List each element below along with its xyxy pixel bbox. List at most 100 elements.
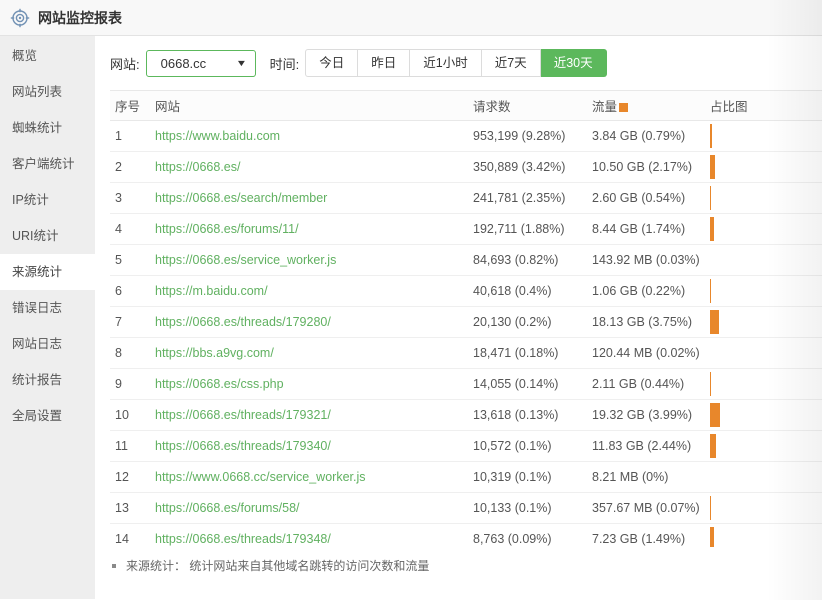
traffic-cell: 143.92 MB (0.03%) (592, 245, 710, 276)
row-index-cell: 11 (110, 431, 155, 462)
table-row: 14https://0668.es/threads/179348/8,763 (… (110, 524, 822, 548)
table-row: 3https://0668.es/search/member241,781 (2… (110, 183, 822, 214)
traffic-cell: 1.06 GB (0.22%) (592, 276, 710, 307)
row-index-cell: 14 (110, 524, 155, 548)
ratio-chart-cell (710, 121, 822, 152)
requests-cell: 10,572 (0.1%) (473, 431, 592, 462)
row-index-cell: 5 (110, 245, 155, 276)
sidebar-item-error-log[interactable]: 错误日志 (0, 290, 95, 326)
site-url-cell: https://0668.es/threads/179340/ (155, 431, 473, 462)
ratio-bar (710, 434, 716, 458)
ratio-chart-cell (710, 493, 822, 524)
time-filter-group: 今日昨日近1小时近7天近30天 (305, 49, 606, 77)
ratio-chart-cell (710, 276, 822, 307)
site-url-link[interactable]: https://0668.es/forums/58/ (155, 501, 300, 515)
site-url-link[interactable]: https://0668.es/service_worker.js (155, 253, 336, 267)
requests-cell: 350,889 (3.42%) (473, 152, 592, 183)
site-label: 网站: (110, 54, 140, 73)
site-url-cell: https://0668.es/threads/179348/ (155, 524, 473, 548)
table-row: 10https://0668.es/threads/179321/13,618 … (110, 400, 822, 431)
sidebar-item-site-log[interactable]: 网站日志 (0, 326, 95, 362)
site-select[interactable]: 0668.cc ▼ (146, 50, 256, 77)
requests-cell: 953,199 (9.28%) (473, 121, 592, 152)
ratio-bar (710, 217, 714, 241)
ratio-bar (710, 279, 711, 303)
traffic-cell: 11.83 GB (2.44%) (592, 431, 710, 462)
ratio-chart-cell (710, 462, 822, 493)
sidebar-item-stats-report[interactable]: 统计报告 (0, 362, 95, 398)
sidebar-item-source-stats[interactable]: 来源统计 (0, 254, 95, 290)
requests-cell: 10,133 (0.1%) (473, 493, 592, 524)
sidebar-item-spider-stats[interactable]: 蜘蛛统计 (0, 110, 95, 146)
site-url-cell: https://m.baidu.com/ (155, 276, 473, 307)
traffic-cell: 2.60 GB (0.54%) (592, 183, 710, 214)
time-button-today[interactable]: 今日 (305, 49, 358, 77)
column-header-label: 请求数 (473, 100, 511, 114)
traffic-cell: 18.13 GB (3.75%) (592, 307, 710, 338)
ratio-bar (710, 155, 715, 179)
time-button-last-7d[interactable]: 近7天 (482, 49, 541, 77)
traffic-marker-icon (619, 103, 628, 112)
ratio-bar (710, 496, 711, 520)
site-url-link[interactable]: https://0668.es/threads/179340/ (155, 439, 331, 453)
ratio-chart-cell (710, 524, 822, 548)
table-row: 2https://0668.es/350,889 (3.42%)10.50 GB… (110, 152, 822, 183)
site-url-cell: https://www.baidu.com (155, 121, 473, 152)
traffic-cell: 19.32 GB (3.99%) (592, 400, 710, 431)
row-index-cell: 7 (110, 307, 155, 338)
table-row: 5https://0668.es/service_worker.js 84,693… (110, 245, 822, 276)
site-url-link[interactable]: https://0668.es/threads/179348/ (155, 532, 331, 546)
sidebar-item-site-list[interactable]: 网站列表 (0, 74, 95, 110)
table-row: 9https://0668.es/css.php14,055 (0.14%)2.… (110, 369, 822, 400)
site-url-link[interactable]: https://0668.es/css.php (155, 377, 284, 391)
site-url-link[interactable]: https://0668.es/search/member (155, 191, 327, 205)
table-row: 8https://bbs.a9vg.com/18,471 (0.18%)120.… (110, 338, 822, 369)
requests-cell: 13,618 (0.13%) (473, 400, 592, 431)
ratio-chart-cell (710, 307, 822, 338)
column-header-label: 序号 (115, 100, 140, 114)
column-header-label: 网站 (155, 100, 180, 114)
sidebar-item-ip-stats[interactable]: IP统计 (0, 182, 95, 218)
table-row: 13https://0668.es/forums/58/10,133 (0.1%… (110, 493, 822, 524)
ratio-bar (710, 527, 714, 547)
bullet-icon (112, 564, 116, 568)
site-url-link[interactable]: https://0668.es/threads/179280/ (155, 315, 331, 329)
row-index-cell: 8 (110, 338, 155, 369)
site-url-cell: https://0668.es/forums/11/ (155, 214, 473, 245)
site-url-link[interactable]: https://bbs.a9vg.com/ (155, 346, 274, 360)
sidebar-item-client-stats[interactable]: 客户端统计 (0, 146, 95, 182)
sidebar-item-overview[interactable]: 概览 (0, 38, 95, 74)
site-url-link[interactable]: https://www.baidu.com (155, 129, 280, 143)
requests-cell: 20,130 (0.2%) (473, 307, 592, 338)
site-url-link[interactable]: https://0668.es/ (155, 160, 240, 174)
column-header: 请求数 (473, 91, 592, 121)
table-row: 1https://www.baidu.com953,199 (9.28%)3.8… (110, 121, 822, 152)
time-button-last-1h[interactable]: 近1小时 (410, 49, 481, 77)
ratio-chart-cell (710, 338, 822, 369)
row-index-cell: 2 (110, 152, 155, 183)
footnote-text: 来源统计： 统计网站来自其他域名跳转的访问次数和流量 (126, 557, 429, 574)
traffic-cell: 7.23 GB (1.49%) (592, 524, 710, 548)
ratio-chart-cell (710, 245, 822, 276)
sidebar-item-uri-stats[interactable]: URI统计 (0, 218, 95, 254)
site-url-link[interactable]: https://0668.es/threads/179321/ (155, 408, 331, 422)
traffic-cell: 8.21 MB (0%) (592, 462, 710, 493)
traffic-cell: 3.84 GB (0.79%) (592, 121, 710, 152)
time-button-last-30d[interactable]: 近30天 (541, 49, 607, 77)
site-url-cell: https://0668.es/service_worker.js (155, 245, 473, 276)
requests-cell: 84,693 (0.82%) (473, 245, 592, 276)
site-url-link[interactable]: https://0668.es/forums/11/ (155, 222, 299, 236)
site-url-link[interactable]: https://www.0668.cc/service_worker.js (155, 470, 366, 484)
requests-cell: 192,711 (1.88%) (473, 214, 592, 245)
app-window: 网站监控报表 概览网站列表蜘蛛统计客户端统计IP统计URI统计来源统计错误日志网… (0, 0, 822, 600)
row-index-cell: 13 (110, 493, 155, 524)
time-button-yesterday[interactable]: 昨日 (358, 49, 410, 77)
row-index-cell: 6 (110, 276, 155, 307)
row-index-cell: 3 (110, 183, 155, 214)
column-header-label: 流量 (592, 100, 617, 114)
site-url-link[interactable]: https://m.baidu.com/ (155, 284, 268, 298)
sidebar-item-global-settings[interactable]: 全局设置 (0, 398, 95, 434)
table-row: 12https://www.0668.cc/service_worker.js1… (110, 462, 822, 493)
ratio-bar (710, 403, 720, 427)
ratio-bar (710, 186, 711, 210)
